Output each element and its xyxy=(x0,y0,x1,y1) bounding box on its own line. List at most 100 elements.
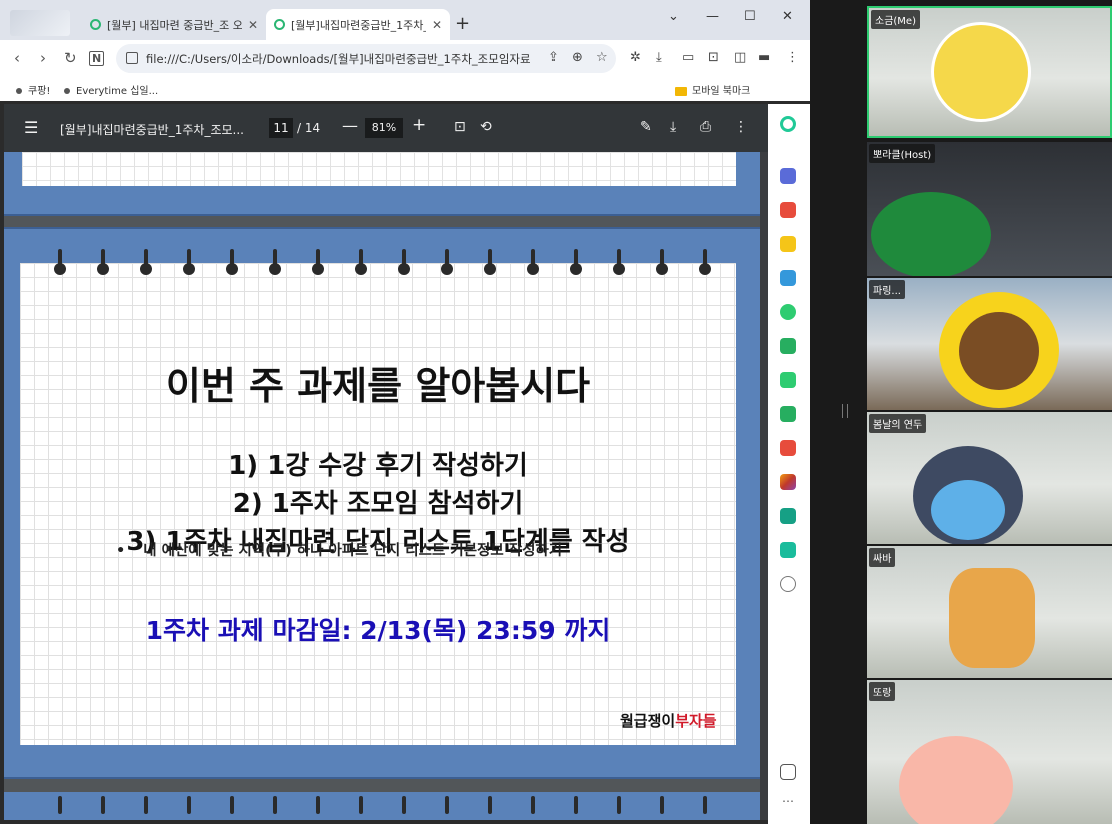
deadline-text: 1주차 과제 마감일: 2/13(목) 23:59 까지 xyxy=(145,616,611,645)
participant-name: 봄날의 연두 xyxy=(869,414,927,433)
menu-icon[interactable]: ☰ xyxy=(24,118,38,137)
extension-icon[interactable] xyxy=(780,508,796,524)
open-external-icon[interactable] xyxy=(780,764,796,780)
extension-icon[interactable] xyxy=(780,542,796,558)
tab-close-icon[interactable]: ✕ xyxy=(248,18,258,32)
profile-icon[interactable]: ▬ xyxy=(758,50,770,65)
screenshot-icon[interactable]: ⊡ xyxy=(708,50,719,65)
bookmark-icon xyxy=(16,88,22,94)
extension-icon[interactable] xyxy=(780,304,796,320)
maximize-icon[interactable]: ☐ xyxy=(744,9,756,24)
tab-inactive[interactable]: [월부] 내집마련 중급반_조 오 ✕ xyxy=(82,9,266,40)
extensions-icon[interactable]: ✲ xyxy=(630,50,641,65)
address-text: file:///C:/Users/이소라/Downloads/[월부]내집마련중… xyxy=(146,51,531,66)
address-bar[interactable]: file:///C:/Users/이소라/Downloads/[월부]내집마련중… xyxy=(116,44,616,73)
pdf-viewer[interactable]: 이번 주 과제를 알아봅시다 1) 1강 수강 후기 작성하기 2) 1주차 조… xyxy=(4,152,768,820)
add-extension-icon[interactable] xyxy=(780,576,796,592)
video-tile[interactable]: 싸바 xyxy=(867,546,1112,678)
print-icon[interactable]: ⎙ xyxy=(700,119,711,135)
video-tile[interactable]: 봄날의 연두 xyxy=(867,412,1112,544)
resize-handle-icon[interactable] xyxy=(842,404,848,418)
zoom-out-icon[interactable]: — xyxy=(342,116,358,135)
extension-icon[interactable] xyxy=(780,168,796,184)
new-tab-button[interactable]: + xyxy=(455,13,470,34)
slide-paper: 이번 주 과제를 알아봅시다 1) 1강 수강 후기 작성하기 2) 1주차 조… xyxy=(20,263,736,745)
avatar xyxy=(949,568,1035,668)
participant-name: 파링... xyxy=(869,280,905,299)
download-icon[interactable]: ⤓ xyxy=(670,119,676,135)
download-icon[interactable]: ⤓ xyxy=(656,50,662,65)
tab-bar: [월부] 내집마련 중급반_조 오 ✕ [월부]내집마련중급반_1주차_조 ✕ … xyxy=(0,0,810,40)
assignment-item: 1) 1강 수강 후기 작성하기 xyxy=(228,451,528,481)
bookmark-item[interactable]: 쿠팡! xyxy=(16,82,50,97)
video-icon[interactable]: ▭ xyxy=(682,50,694,65)
binder-ring-icon xyxy=(656,249,668,277)
binder-ring-icon xyxy=(656,796,668,820)
tab-search-icon[interactable]: ⌄ xyxy=(668,9,679,24)
extension-sidebar: ⋯ xyxy=(768,104,810,824)
binder-ring-icon xyxy=(570,249,582,277)
binder-ring-icon xyxy=(97,249,109,277)
next-page xyxy=(4,792,768,820)
share-icon[interactable]: ⇪ xyxy=(548,50,559,65)
bookmark-star-icon[interactable]: ☆ xyxy=(596,50,608,65)
video-tile[interactable]: 또랑 xyxy=(867,680,1112,824)
pdf-toolbar: ☰ [월부]내집마련중급반_1주차_조모... 11 / 14 — 81% + … xyxy=(4,104,768,152)
binder-ring-icon xyxy=(527,796,539,820)
previous-page-paper xyxy=(22,152,736,186)
annotate-pen-icon[interactable]: ✎ xyxy=(640,119,652,135)
extension-icon[interactable] xyxy=(780,202,796,218)
extension-icon[interactable] xyxy=(780,270,796,286)
more-menu-icon[interactable]: ⋮ xyxy=(734,119,748,135)
video-tile[interactable]: 뽀라클(Host) xyxy=(867,142,1112,276)
bookmark-folder[interactable]: 모바일 북마크 xyxy=(675,82,750,97)
scrollbar[interactable] xyxy=(760,152,768,820)
binder-ring-icon xyxy=(613,796,625,820)
extension-icon[interactable] xyxy=(780,116,796,132)
minimize-icon[interactable]: — xyxy=(706,9,719,24)
reload-icon[interactable]: ↻ xyxy=(64,49,77,67)
extension-icon[interactable] xyxy=(780,406,796,422)
binder-ring-icon xyxy=(183,249,195,277)
binder-ring-icon xyxy=(527,249,539,277)
extension-icon[interactable] xyxy=(780,474,796,490)
forward-icon[interactable]: › xyxy=(40,49,46,67)
browser-window: [월부] 내집마련 중급반_조 오 ✕ [월부]내집마련중급반_1주차_조 ✕ … xyxy=(0,0,810,824)
binder-ring-icon xyxy=(269,796,281,820)
logo-text-red: 부자들 xyxy=(675,712,717,730)
participant-name: 뽀라클(Host) xyxy=(869,144,936,163)
binder-ring-icon xyxy=(570,796,582,820)
avatar xyxy=(899,736,1013,824)
close-icon[interactable]: ✕ xyxy=(782,9,793,24)
assignment-item: 2) 1주차 조모임 참석하기 xyxy=(232,489,524,519)
n-extension-icon[interactable]: N xyxy=(89,51,105,66)
extension-icon[interactable] xyxy=(780,236,796,252)
tab-active[interactable]: [월부]내집마련중급반_1주차_조 ✕ xyxy=(266,9,450,40)
fit-page-icon[interactable]: ⊡ xyxy=(454,119,466,135)
rotate-icon[interactable]: ⟲ xyxy=(480,119,492,135)
bookmark-item[interactable]: Everytime 십일... xyxy=(64,82,158,97)
bookmark-folder-label: 모바일 북마크 xyxy=(692,86,751,97)
pdf-title: [월부]내집마련중급반_1주차_조모... xyxy=(60,123,244,137)
slide-title: 이번 주 과제를 알아봅시다 xyxy=(165,364,591,408)
page-number-input[interactable]: 11 xyxy=(269,118,293,138)
extension-icon[interactable] xyxy=(780,440,796,456)
browser-logo-icon xyxy=(10,10,70,36)
zoom-level-input[interactable]: 81% xyxy=(365,118,403,138)
more-menu-icon[interactable]: ⋮ xyxy=(786,50,799,65)
extension-icon[interactable] xyxy=(780,372,796,388)
zoom-icon[interactable]: ⊕ xyxy=(572,50,583,65)
binder-ring-icon xyxy=(312,249,324,277)
video-tile[interactable]: 소금(Me) xyxy=(867,6,1112,138)
binder-ring-icon xyxy=(226,796,238,820)
more-icon[interactable]: ⋯ xyxy=(780,794,796,810)
video-tile[interactable]: 파링... xyxy=(867,278,1112,410)
extension-icon[interactable] xyxy=(780,338,796,354)
sidebar-toggle-icon[interactable]: ◫ xyxy=(734,50,746,65)
back-icon[interactable]: ‹ xyxy=(14,49,20,67)
bookmark-label: 쿠팡! xyxy=(28,86,51,97)
tab-close-icon[interactable]: ✕ xyxy=(432,18,442,32)
avatar xyxy=(931,22,1031,122)
binder-ring-icon xyxy=(269,249,281,277)
zoom-in-icon[interactable]: + xyxy=(412,115,426,135)
